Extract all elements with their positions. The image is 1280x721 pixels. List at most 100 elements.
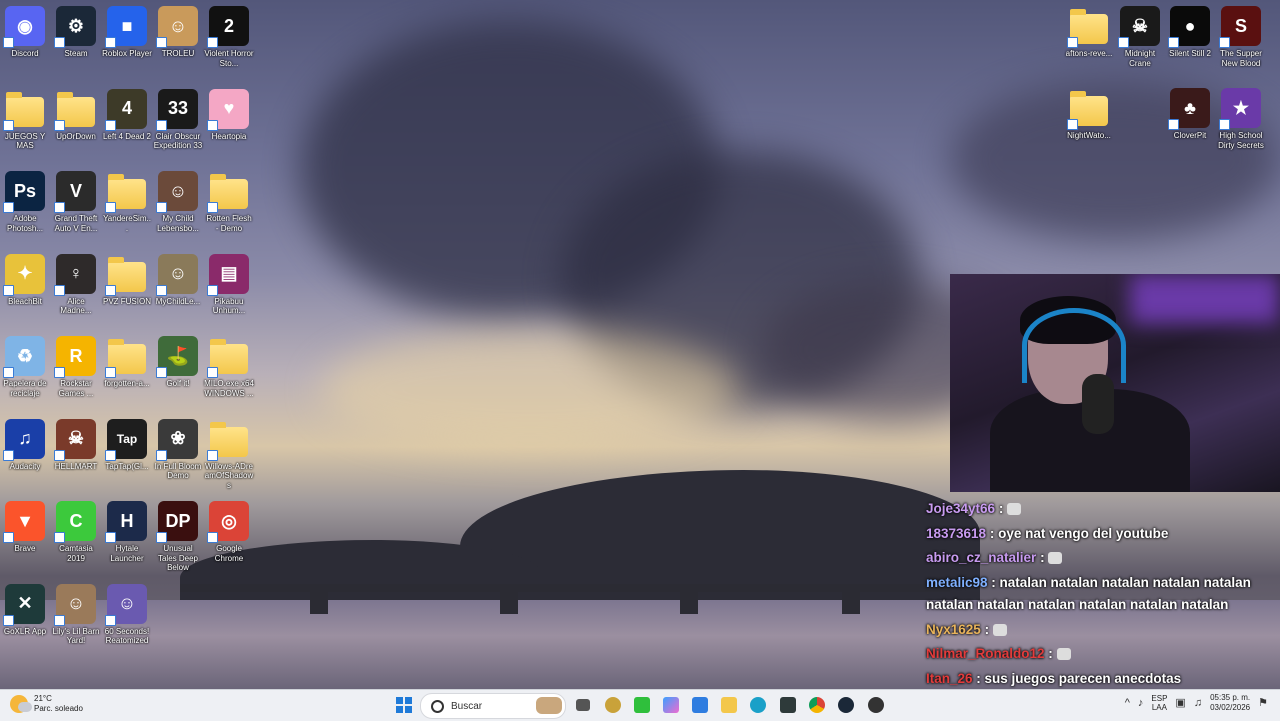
desktop-icon[interactable]: ♥ Heartopia: [204, 88, 254, 142]
stream-chat: Joje34yt66 : 18373618 : oye nat vengo de…: [926, 498, 1280, 692]
desktop-icon[interactable]: ✕ GoXLR App: [0, 583, 50, 637]
desktop-icon-label: Lily's Lil Barn Yard!: [52, 626, 100, 646]
desktop-icon[interactable]: ❀ In Full Bloom Demo: [153, 418, 203, 481]
language-top: ESP: [1151, 693, 1168, 703]
desktop-icon-label: Violent Horror Sto...: [204, 49, 254, 68]
cloverpit-icon: ♣: [1168, 88, 1210, 130]
desktop-icon-label: UpOrDown: [56, 131, 96, 141]
desktop-icon[interactable]: ☺ MyChildLe...: [153, 253, 203, 307]
folder-icon: [105, 171, 147, 213]
desktop-icon[interactable]: NightWato...: [1064, 88, 1114, 141]
desktop-icon[interactable]: UpOrDown: [51, 89, 101, 142]
golf-it-icon: ⛳: [156, 336, 198, 378]
heartopia-icon: ♥: [207, 88, 249, 131]
desktop-icon[interactable]: ◎ Google Chrome: [204, 501, 254, 563]
clock[interactable]: 05:35 p. m. 03/02/2026: [1210, 693, 1250, 712]
desktop-icon[interactable]: aftons-reve...: [1064, 6, 1114, 59]
desktop-icon[interactable]: ☠ HELLMART: [51, 418, 101, 472]
search-box[interactable]: Buscar: [420, 693, 566, 719]
weather-description: Parc. soleado: [34, 704, 83, 713]
desktop-icon[interactable]: ▤ Pikabuu Unhum...: [204, 253, 254, 316]
chrome-taskbar-icon[interactable]: [809, 697, 825, 713]
folder-icon: [207, 171, 249, 213]
desktop-icon[interactable]: ● Silent Still 2: [1165, 6, 1215, 59]
desktop-icon[interactable]: ☺ TROLEU: [153, 6, 203, 59]
desktop-icon[interactable]: 4 Left 4 Dead 2: [102, 88, 152, 142]
edge-icon[interactable]: [750, 697, 766, 713]
chat-username: 18373618: [926, 525, 987, 541]
weather-widget[interactable]: 21°C Parc. soleado: [10, 694, 83, 714]
desktop-icon[interactable]: Tap TapTap(Gl...: [102, 418, 152, 472]
folder-icon: [105, 336, 147, 378]
desktop-icon-label: Grand Theft Auto V En...: [54, 214, 98, 233]
desktop-icon[interactable]: ⛳ Golf it!: [153, 336, 203, 389]
taskbar-app-icon[interactable]: [605, 697, 621, 713]
my-child-icon: ☺: [156, 171, 198, 213]
desktop-icon[interactable]: ■ Roblox Player: [102, 6, 152, 59]
desktop-icon[interactable]: C Camtasia 2019: [51, 501, 101, 563]
desktop-icon[interactable]: MILO.exe x64 WINDOWS ...: [204, 336, 254, 398]
hytale-icon: H: [105, 501, 147, 543]
desktop-icon[interactable]: ♫ Audacity: [0, 418, 50, 472]
desktop-icon-label: TapTap(Gl...: [105, 461, 149, 471]
gta-v-icon: V: [54, 171, 96, 213]
microphone-tray-icon[interactable]: ♪: [1138, 697, 1144, 709]
language-indicator[interactable]: ESP LAA: [1151, 694, 1167, 712]
desktop-icon[interactable]: Rotten Flesh - Demo: [204, 171, 254, 233]
desktop-icon[interactable]: ☺ My Child Lebensbo...: [153, 171, 203, 233]
goxlr-taskbar-icon[interactable]: [780, 697, 796, 713]
volume-icon[interactable]: ♫: [1194, 697, 1202, 709]
desktop-icon[interactable]: V Grand Theft Auto V En...: [51, 171, 101, 233]
desktop-icon[interactable]: H Hytale Launcher: [102, 501, 152, 563]
taskbar: 21°C Parc. soleado Buscar ^ ♪ ESP LAA ▣ …: [0, 689, 1280, 721]
desktop-icon[interactable]: ☠ Midnight Crane: [1115, 6, 1165, 68]
chat-username: Nilmar_Ronaldo12: [926, 646, 1045, 661]
desktop-icon[interactable]: 33 Clair Obscur Expedition 33: [153, 88, 203, 151]
desktop-icon-label: YandereSim...: [103, 214, 151, 233]
desktop-icon-label: JUEGOS Y MAS: [4, 131, 46, 151]
microsoft-store-icon[interactable]: [692, 697, 708, 713]
folder-icon: [1067, 6, 1109, 48]
chrome-icon: ◎: [207, 501, 249, 543]
desktop-icon[interactable]: PVZ FUSION: [102, 254, 152, 307]
camtasia-icon: C: [54, 501, 96, 543]
desktop-icon-label: Audacity: [9, 461, 41, 471]
copilot-icon[interactable]: [663, 697, 679, 713]
desktop-icon-label: Hytale Launcher: [110, 544, 144, 563]
desktop-icon[interactable]: 2 Violent Horror Sto...: [204, 6, 254, 68]
desktop-icon[interactable]: Willows-ADre amOfShadow s: [204, 419, 254, 491]
desktop-icon[interactable]: ♻ Papelera de reciclaje: [0, 336, 50, 398]
desktop-icon[interactable]: DP Unusual Tales Deep Below: [153, 501, 203, 573]
desktop-icon[interactable]: S The Supper New Blood: [1216, 6, 1266, 68]
microphone-icon: [1082, 374, 1114, 434]
silent-still-icon: ●: [1168, 6, 1210, 48]
desktop-icon[interactable]: ♣ CloverPit: [1165, 88, 1215, 141]
desktop-icon[interactable]: ⚙ Steam: [51, 6, 101, 59]
desktop-icon-label: My Child Lebensbo...: [157, 214, 199, 233]
task-view-icon[interactable]: [576, 699, 590, 711]
desktop-icon[interactable]: ★ High School Dirty Secrets: [1216, 88, 1266, 150]
desktop-icon[interactable]: ✦ BleachBit: [0, 253, 50, 307]
desktop-icon[interactable]: forgotten-a...: [102, 336, 152, 389]
chat-username: metalic98: [926, 574, 988, 590]
steam-taskbar-icon[interactable]: [838, 697, 854, 713]
chat-emote-icon: [992, 623, 1007, 636]
notification-bell-icon[interactable]: ⚑: [1258, 696, 1268, 709]
desktop-icon[interactable]: ◉ Discord: [0, 6, 50, 59]
network-icon[interactable]: ▣: [1175, 696, 1185, 709]
file-explorer-icon[interactable]: [721, 697, 737, 713]
desktop-icon[interactable]: YandereSim...: [102, 171, 152, 233]
chat-emote-icon: [1056, 648, 1071, 661]
desktop-icon[interactable]: ☺ 60 Seconds! Reatomized: [102, 583, 152, 646]
recording-app-icon[interactable]: [868, 697, 884, 713]
chevron-up-icon[interactable]: ^: [1125, 697, 1130, 709]
desktop-icon[interactable]: R Rockstar Games ...: [51, 336, 101, 398]
desktop-icon[interactable]: ▼ Brave: [0, 501, 50, 554]
start-button[interactable]: [396, 697, 412, 713]
desktop-icon[interactable]: JUEGOS Y MAS: [0, 89, 50, 151]
desktop-icon[interactable]: ♀ Alice Madne...: [51, 253, 101, 316]
camtasia-taskbar-icon[interactable]: [634, 697, 650, 713]
desktop-icon[interactable]: ☺ Lily's Lil Barn Yard!: [51, 583, 101, 646]
desktop-icon-label: MyChildLe...: [155, 296, 201, 306]
desktop-icon[interactable]: Ps Adobe Photosh...: [0, 171, 50, 233]
